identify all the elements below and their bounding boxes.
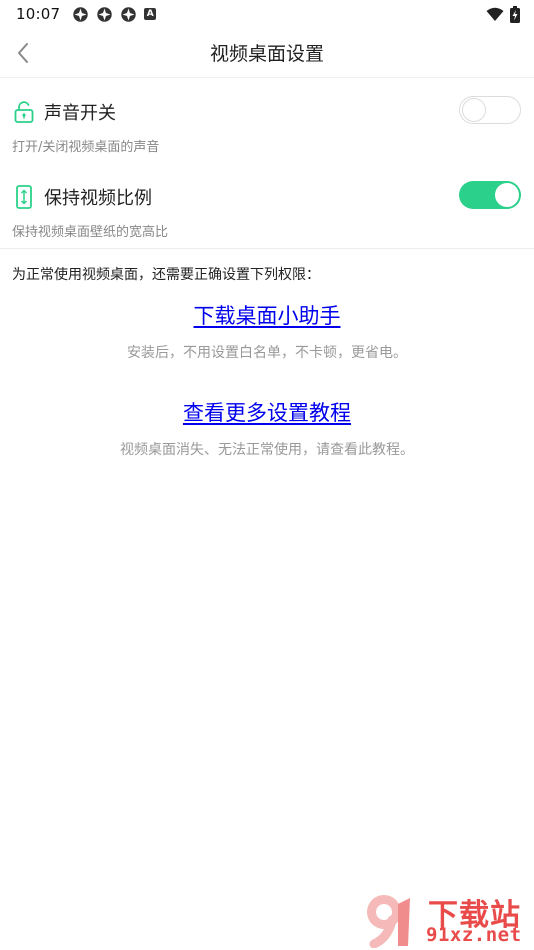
toggle-knob: [461, 97, 486, 122]
screen: 10:07 A 视频桌面设置 声音开关 打开/关闭视频桌面的声音 保持视频比例 …: [0, 0, 534, 950]
download-helper-description: 安装后，不用设置白名单，不卡顿，更省电。: [127, 345, 407, 361]
sound-setting: 声音开关 打开/关闭视频桌面的声音: [0, 92, 534, 155]
status-bar: 10:07 A: [0, 0, 534, 28]
back-chevron-icon: [18, 43, 28, 63]
app-notification-icon: [121, 6, 136, 22]
page-title: 视频桌面设置: [209, 43, 324, 65]
tutorial-block: 查看更多设置教程 视频桌面消失、无法正常使用，请查看此教程。: [0, 397, 534, 459]
phone-ratio-icon: [12, 185, 36, 209]
back-button[interactable]: [6, 36, 40, 70]
more-tutorials-description: 视频桌面消失、无法正常使用，请查看此教程。: [120, 442, 414, 458]
permissions-intro: 为正常使用视频桌面，还需要正确设置下列权限：: [12, 267, 320, 283]
ratio-toggle[interactable]: [459, 181, 521, 209]
app-header: 视频桌面设置: [0, 28, 534, 78]
ratio-setting-row: 保持视频比例: [12, 177, 522, 217]
watermark-logo-icon: [367, 895, 410, 948]
notification-icons: A: [72, 6, 157, 23]
watermark-url: 91xz.net: [426, 924, 522, 946]
status-right: [486, 5, 520, 23]
section-divider: [0, 248, 534, 249]
battery-charging-icon: [510, 5, 520, 23]
sound-setting-row: 声音开关: [12, 92, 522, 132]
download-helper-link[interactable]: 下载桌面小助手: [194, 304, 341, 328]
helper-download-block: 下载桌面小助手 安装后，不用设置白名单，不卡顿，更省电。: [0, 300, 534, 362]
ratio-setting-label: 保持视频比例: [44, 188, 152, 209]
toggle-knob: [495, 182, 519, 207]
sound-toggle[interactable]: [459, 96, 521, 124]
status-time: 10:07: [16, 5, 61, 23]
app-notification-icon: [97, 6, 112, 22]
unlock-icon: [12, 100, 36, 124]
ratio-setting: 保持视频比例 保持视频桌面壁纸的宽高比: [0, 177, 534, 240]
more-tutorials-link[interactable]: 查看更多设置教程: [183, 401, 351, 425]
a-status-icon: A: [144, 8, 157, 20]
site-watermark: 下载站 91xz.net: [362, 888, 534, 950]
sound-setting-label: 声音开关: [44, 103, 116, 124]
ratio-setting-description: 保持视频桌面壁纸的宽高比: [12, 225, 169, 240]
sound-setting-description: 打开/关闭视频桌面的声音: [12, 140, 160, 155]
app-notification-icon: [73, 6, 88, 22]
wifi-icon: [486, 7, 504, 21]
